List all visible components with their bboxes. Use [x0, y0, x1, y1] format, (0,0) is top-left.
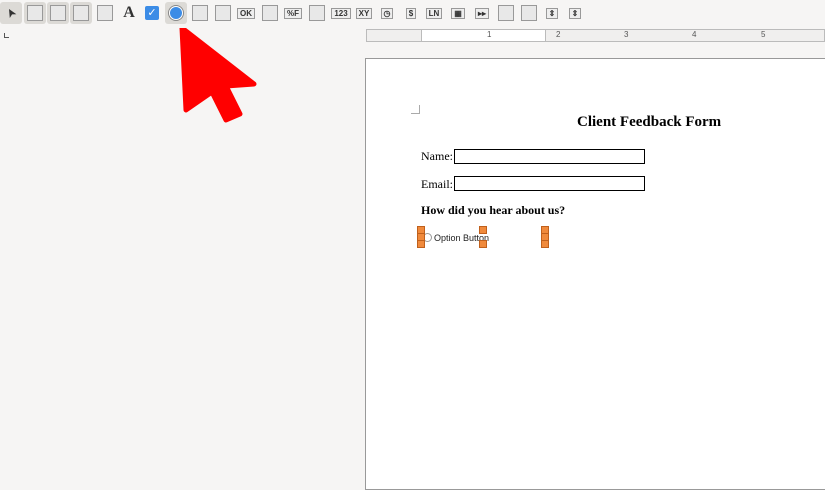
table-control-button[interactable]: ▦	[447, 2, 469, 24]
select-icon: ➤	[2, 5, 20, 21]
image-button-button[interactable]	[259, 2, 281, 24]
date-field-icon: XY	[355, 7, 373, 19]
time-field-button[interactable]: ◷	[376, 2, 398, 24]
select-button[interactable]: ➤	[0, 2, 22, 24]
image-control-icon	[498, 5, 514, 21]
form-controls-toolbar: ➤ A ✓ OK %F 123 XY ◷ $ LN ▦ ▸▸ ⇕ ⇕	[0, 0, 825, 27]
numeric-field-icon: 123	[331, 7, 351, 19]
spin-button-button[interactable]: ⇕	[541, 2, 563, 24]
option-button-icon	[169, 6, 183, 20]
formatted-field-button[interactable]: %F	[282, 2, 304, 24]
currency-field-button[interactable]: $	[400, 2, 422, 24]
list-box-button[interactable]	[189, 2, 211, 24]
combo-box-button[interactable]	[212, 2, 234, 24]
scrollbar-button[interactable]: ⇕	[564, 2, 586, 24]
navigation-bar-icon: ▸▸	[474, 7, 490, 19]
tab-stop-marker	[4, 33, 9, 38]
check-box-button[interactable]: ✓	[141, 2, 163, 24]
navigation-bar-button[interactable]: ▸▸	[471, 2, 493, 24]
control-wizards-button[interactable]	[47, 2, 69, 24]
file-selection-icon	[521, 5, 537, 21]
group-box-button[interactable]	[306, 2, 328, 24]
name-field[interactable]	[454, 149, 645, 164]
formatted-field-icon: %F	[284, 7, 302, 19]
ruler-number: 5	[761, 30, 766, 39]
option-button-button[interactable]	[165, 2, 187, 24]
ruler-number: 3	[624, 30, 629, 39]
control-wizards-icon	[50, 5, 66, 21]
form-design-icon	[73, 5, 89, 21]
push-button-button[interactable]: OK	[235, 2, 257, 24]
ruler-number: 2	[556, 30, 561, 39]
check-box-icon: ✓	[145, 6, 159, 20]
name-label: Name:	[421, 149, 453, 163]
red-pointer-arrow-icon	[179, 28, 257, 123]
email-label: Email:	[421, 177, 453, 191]
date-field-button[interactable]: XY	[353, 2, 375, 24]
table-control-icon: ▦	[451, 7, 465, 19]
email-field[interactable]	[454, 176, 645, 191]
design-mode-icon	[27, 5, 43, 21]
design-mode-button[interactable]	[24, 2, 46, 24]
pattern-field-icon: LN	[425, 7, 443, 19]
selection-handle[interactable]	[479, 226, 487, 234]
ruler-number: 1	[487, 30, 492, 39]
pattern-field-button[interactable]: LN	[423, 2, 445, 24]
selection-handle[interactable]	[417, 240, 425, 248]
numeric-field-button[interactable]: 123	[330, 2, 352, 24]
text-box-button[interactable]: A	[118, 2, 140, 24]
ruler-margin-right	[545, 30, 824, 41]
form-design-button[interactable]	[70, 2, 92, 24]
time-field-icon: ◷	[380, 7, 394, 19]
ruler-number: 4	[692, 30, 697, 39]
selection-handle[interactable]	[541, 240, 549, 248]
margin-corner	[411, 105, 420, 114]
scrollbar-icon: ⇕	[568, 7, 582, 19]
label-button[interactable]	[94, 2, 116, 24]
image-button-icon	[262, 5, 278, 21]
form-title: Client Feedback Form	[577, 114, 722, 130]
document-page[interactable]: Client Feedback Form Name: Email: How di…	[365, 58, 825, 490]
text-box-icon: A	[123, 4, 135, 21]
list-box-icon	[192, 5, 208, 21]
spin-button-icon: ⇕	[545, 7, 559, 19]
ruler-margin-left	[367, 30, 422, 41]
question-heading: How did you hear about us?	[421, 203, 566, 217]
label-icon	[97, 5, 113, 21]
horizontal-ruler[interactable]: 1 2 3 4 5	[366, 29, 825, 42]
currency-field-icon: $	[405, 7, 417, 19]
selection-handle[interactable]	[479, 240, 487, 248]
combo-box-icon	[215, 5, 231, 21]
file-selection-button[interactable]	[518, 2, 540, 24]
group-box-icon	[309, 5, 325, 21]
push-button-icon: OK	[237, 7, 255, 19]
image-control-button[interactable]	[495, 2, 517, 24]
